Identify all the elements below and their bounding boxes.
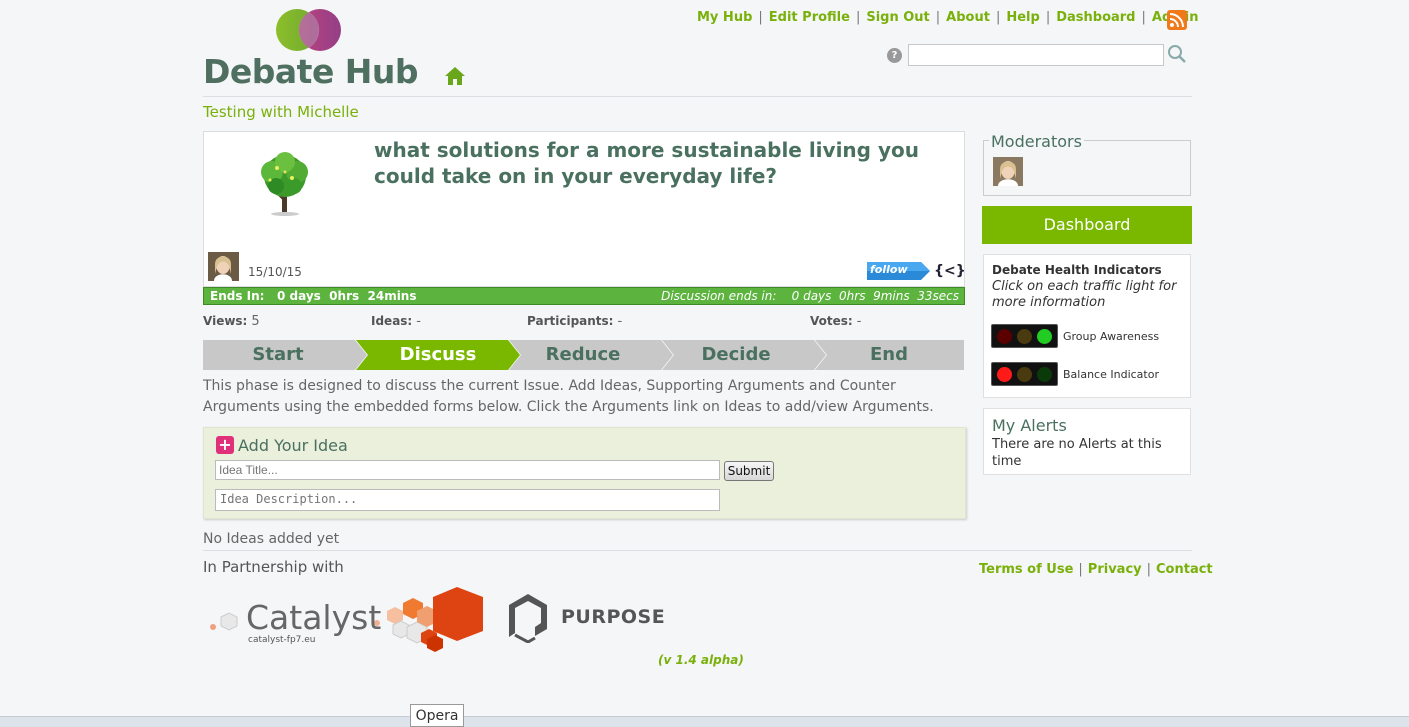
version-label: (v 1.4 alpha) (658, 653, 744, 667)
add-idea-heading[interactable]: Add Your Idea (238, 436, 348, 455)
traffic-light-group-awareness[interactable] (991, 324, 1058, 348)
home-icon[interactable] (444, 66, 466, 86)
footer-divider (203, 550, 1192, 551)
issue-title: what solutions for a more sustainable li… (374, 138, 919, 188)
idea-description-input[interactable] (215, 489, 720, 511)
nav-my-hub[interactable]: My Hub (697, 10, 752, 25)
nav-separator: | (1141, 10, 1146, 25)
search-icon[interactable] (1167, 44, 1187, 64)
health-subtitle: Click on each traffic light for more inf… (992, 279, 1177, 310)
purpose-logo-icon[interactable] (505, 591, 551, 643)
header-divider (203, 96, 1192, 97)
phase-description: This phase is designed to discuss the cu… (203, 378, 934, 415)
stat-participants: Participants: - (527, 314, 622, 329)
browser-status-bar (0, 716, 1409, 727)
footer-terms-link[interactable]: Terms of Use (979, 562, 1073, 577)
health-title: Debate Health Indicators (992, 263, 1162, 277)
top-navigation: My Hub | Edit Profile | Sign Out | About | Help |… (697, 10, 1199, 25)
footer-privacy-link[interactable]: Privacy (1088, 562, 1142, 577)
discussion-ends-label: Discussion ends in: (661, 289, 777, 303)
nav-separator: | (1045, 10, 1051, 25)
nav-separator: | (935, 10, 941, 25)
stat-value: 5 (251, 314, 260, 329)
ends-in-label: Ends In: (210, 289, 265, 303)
alerts-text: There are no Alerts at this time (992, 437, 1162, 469)
countdown-left: Ends In: 0 days 0hrs 24mins (210, 288, 417, 304)
submit-button[interactable]: Submit (724, 461, 774, 481)
countdown-bar: Ends In: 0 days 0hrs 24mins Discussion e… (203, 287, 965, 305)
traffic-light-balance[interactable] (991, 362, 1058, 386)
footer-contact-link[interactable]: Contact (1156, 562, 1213, 577)
group-title[interactable]: Testing with Michelle (203, 103, 359, 121)
rss-icon[interactable] (1167, 10, 1187, 30)
nav-edit-profile[interactable]: Edit Profile (769, 10, 850, 25)
idea-title-input[interactable] (215, 460, 720, 480)
indicator-label[interactable]: Group Awareness (1063, 330, 1159, 343)
indicator-label[interactable]: Balance Indicator (1063, 368, 1159, 381)
stat-value: - (617, 314, 623, 329)
discussion-ends-value: 0 days 0hrs 9mins 33secs (791, 289, 959, 303)
nav-about[interactable]: About (946, 10, 990, 25)
partnership-label: In Partnership with (203, 558, 344, 576)
catalyst-name: Catalyst (246, 598, 382, 637)
phase-discuss[interactable]: Discuss (363, 340, 513, 370)
stat-votes: Votes: - (810, 314, 861, 329)
catalyst-url: catalyst-fp7.eu (248, 635, 316, 645)
follow-label: follow (870, 263, 908, 276)
light-red-on (997, 367, 1012, 382)
moderator-avatar[interactable] (993, 157, 1023, 186)
stat-label: Participants: (527, 314, 614, 328)
purpose-name: PURPOSE (561, 606, 666, 628)
phase-reduce[interactable]: Reduce (508, 340, 658, 370)
stat-ideas: Ideas: - (371, 314, 421, 329)
phase-tabs: Start Discuss Reduce Decide End (203, 340, 964, 370)
stat-views: Views: 5 (203, 314, 260, 329)
stat-value: - (856, 314, 862, 329)
stat-value: - (416, 314, 421, 329)
dashboard-button[interactable]: Dashboard (982, 206, 1192, 244)
footer-separator: | (1078, 562, 1083, 577)
nav-separator: | (995, 10, 1001, 25)
stat-label: Ideas: (371, 314, 413, 328)
ends-in-value: 0 days 0hrs 24mins (277, 289, 417, 303)
browser-tooltip: Opera (410, 704, 464, 727)
footer-links: Terms of Use | Privacy | Contact (979, 562, 1213, 577)
light-green-off (1037, 367, 1052, 382)
follow-button[interactable]: follow (867, 262, 931, 280)
logo-text[interactable]: Debate Hub (203, 52, 419, 91)
issue-image (261, 152, 308, 216)
search-input[interactable] (908, 44, 1164, 66)
stat-label: Views: (203, 314, 248, 328)
issue-date: 15/10/15 (248, 265, 302, 279)
phase-start[interactable]: Start (203, 340, 353, 370)
plus-icon[interactable]: + (216, 436, 234, 454)
embed-icon[interactable]: {<} (934, 261, 966, 281)
footer-separator: | (1146, 562, 1152, 577)
nav-dashboard[interactable]: Dashboard (1056, 10, 1135, 25)
phase-end[interactable]: End (814, 340, 964, 370)
light-green-on (1037, 329, 1052, 344)
phase-decide[interactable]: Decide (661, 340, 811, 370)
no-ideas-text: No Ideas added yet (203, 531, 340, 547)
logo-icon[interactable] (275, 8, 343, 52)
alerts-title: My Alerts (992, 416, 1067, 435)
nav-help[interactable]: Help (1006, 10, 1039, 25)
countdown-right: Discussion ends in: 0 days 0hrs 9mins 33… (661, 288, 959, 304)
author-avatar[interactable] (208, 252, 239, 281)
help-icon[interactable]: ? (887, 48, 902, 63)
stat-label: Votes: (810, 314, 853, 328)
light-red-off (997, 329, 1012, 344)
nav-separator: | (855, 10, 861, 25)
light-amber-off (1017, 329, 1032, 344)
nav-separator: | (758, 10, 763, 25)
moderators-title: Moderators (989, 132, 1084, 151)
light-amber-off (1017, 367, 1032, 382)
nav-sign-out[interactable]: Sign Out (866, 10, 929, 25)
